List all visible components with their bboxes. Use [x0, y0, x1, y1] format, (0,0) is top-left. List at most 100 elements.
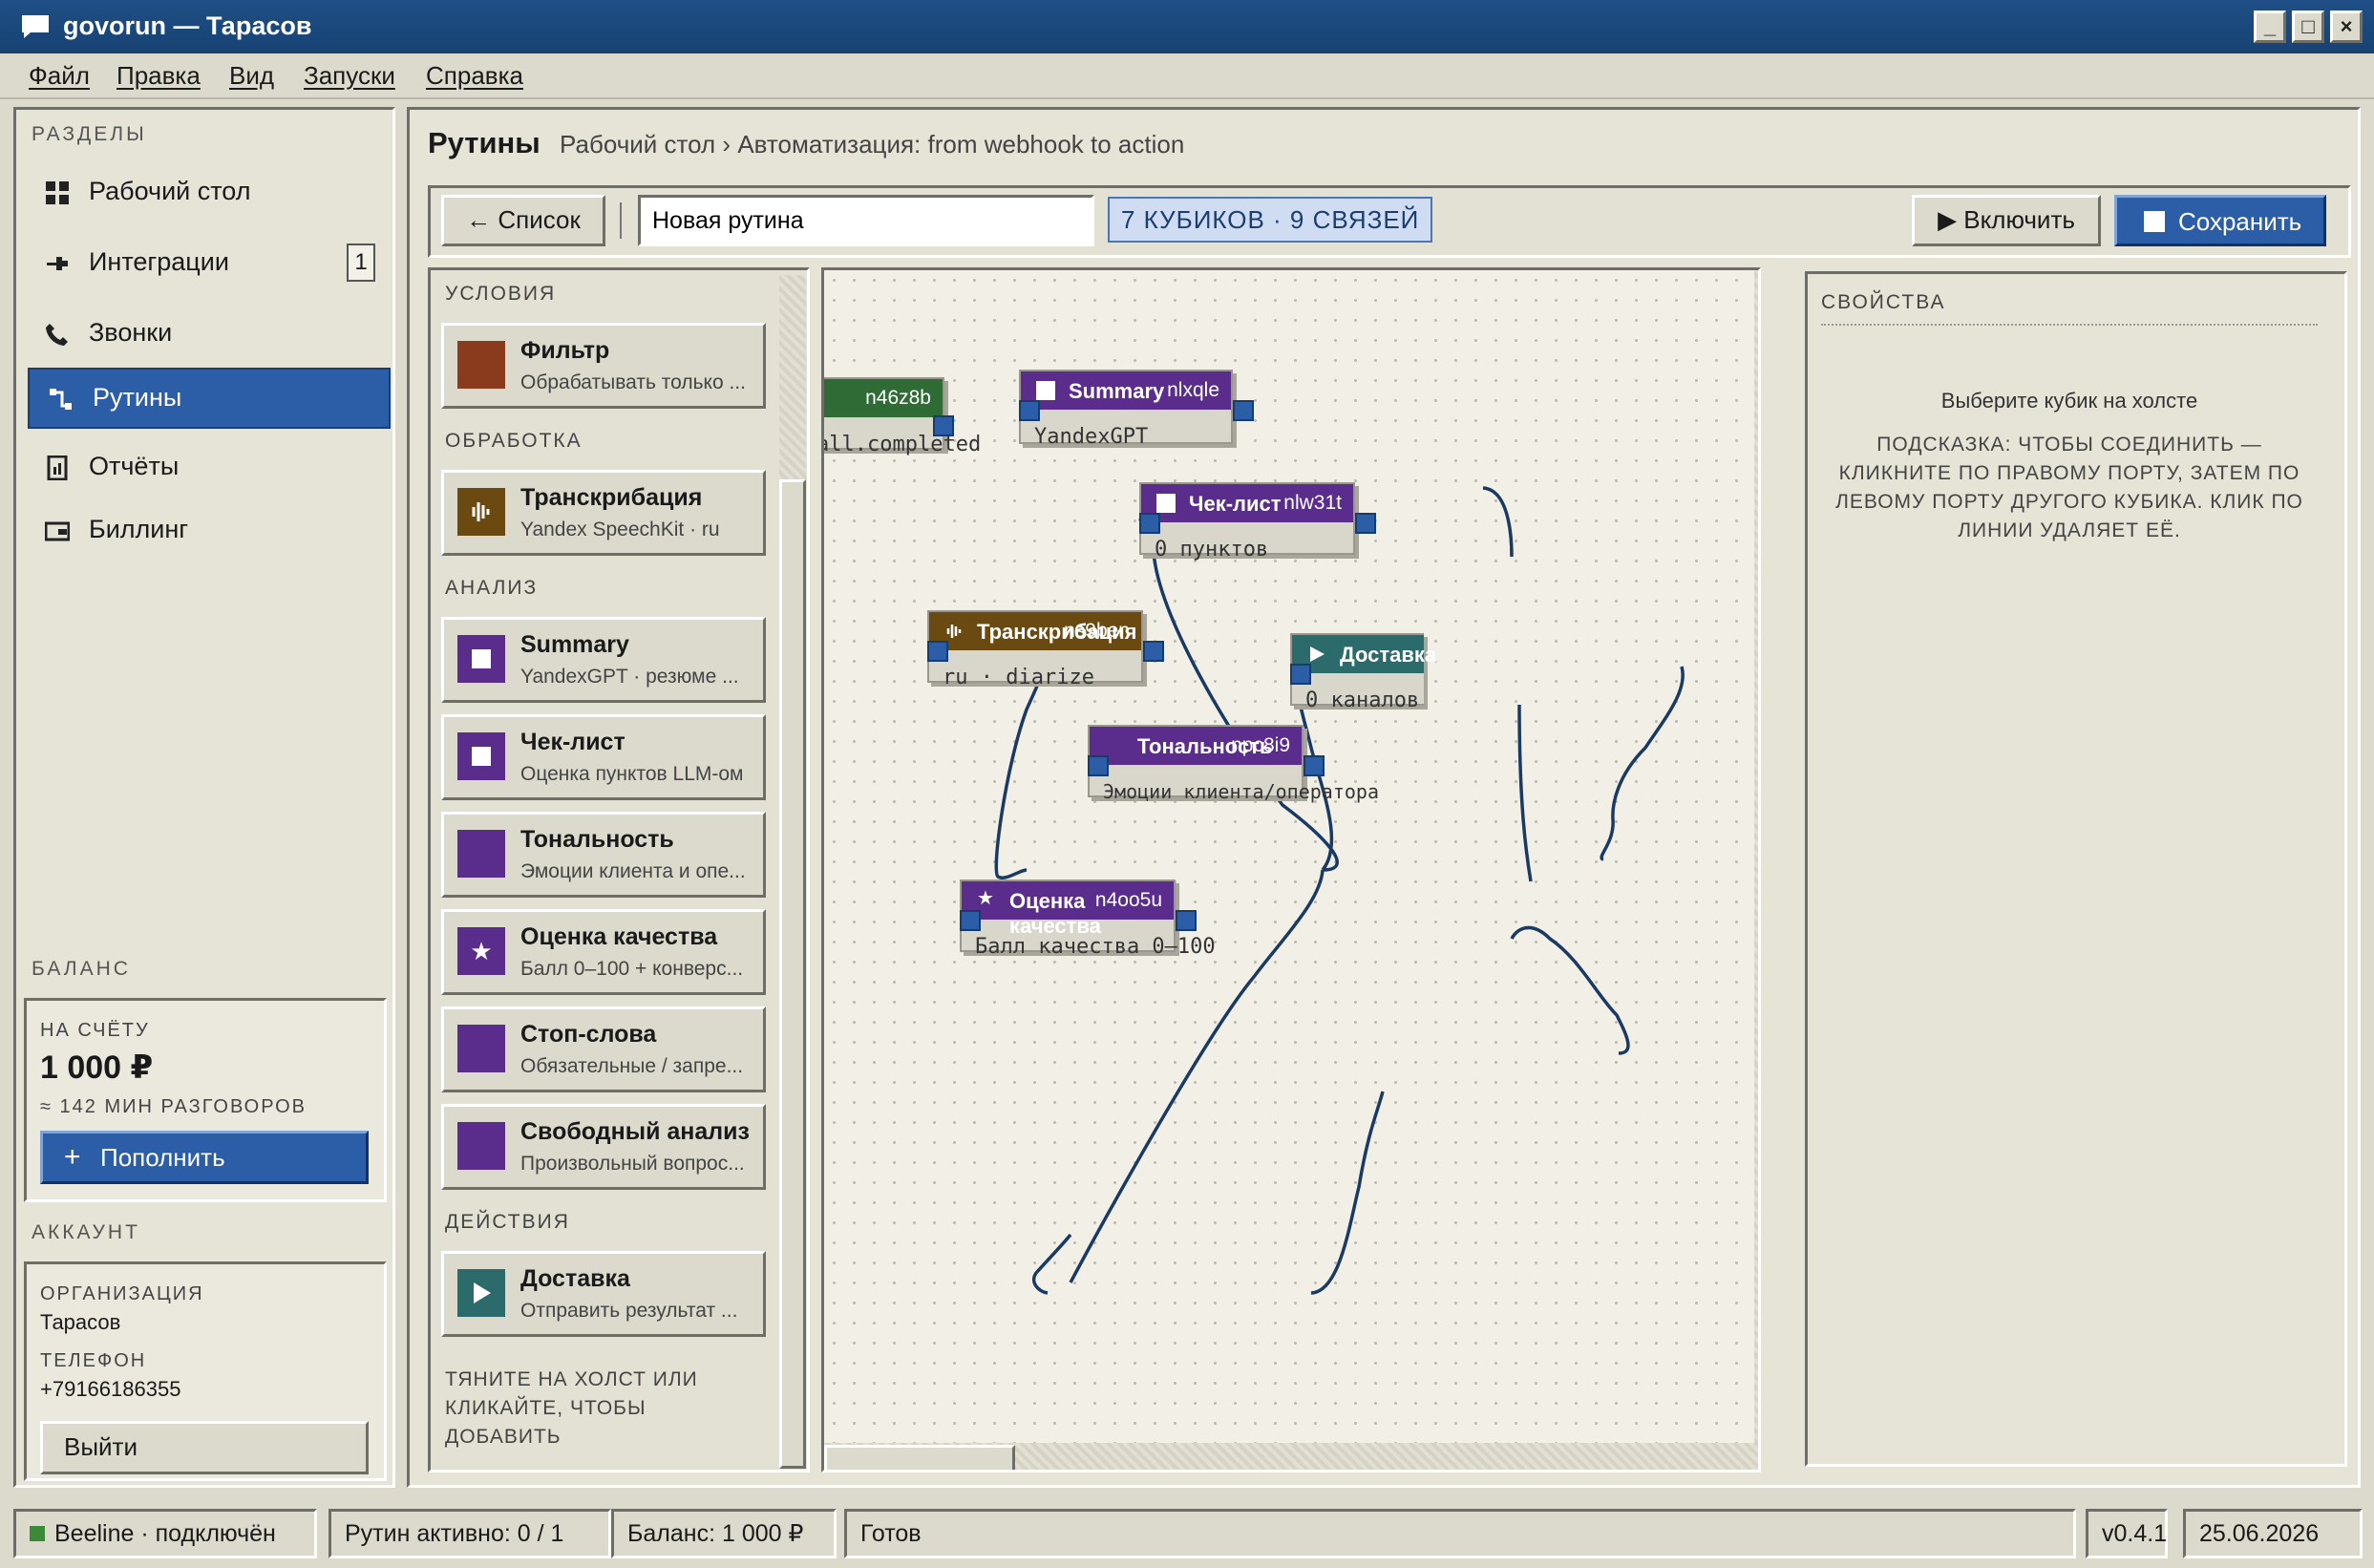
node-id: n4oo5u — [1094, 889, 1162, 911]
tone-swatch — [457, 830, 505, 878]
sidebar-item-label: Звонки — [89, 318, 173, 347]
save-button[interactable]: Сохранить — [2114, 195, 2326, 246]
menu-edit[interactable]: Правка — [117, 61, 201, 91]
canvas-vscroll-track[interactable] — [1754, 270, 1758, 1470]
sidebar-item-label: Биллинг — [89, 515, 189, 543]
node-body: 0 пунктов — [1155, 538, 1269, 562]
square-icon — [457, 635, 505, 683]
palette-item-quality[interactable]: ★ Оценка качества Балл 0–100 + конверс..… — [441, 909, 766, 995]
canvas-vscroll-thumb[interactable] — [1760, 270, 1761, 782]
menu-view[interactable]: Вид — [229, 61, 274, 91]
node-output-port[interactable] — [1355, 513, 1376, 534]
palette-scrollbar[interactable] — [779, 275, 806, 1469]
palette-item-free-analysis[interactable]: Свободный анализ Произвольный вопрос... — [441, 1104, 766, 1190]
palette-item-name: Транскрибация — [520, 484, 703, 511]
sidebar-item-desktop[interactable]: Рабочий стол — [26, 163, 389, 221]
sidebar-item-reports[interactable]: Отчёты — [26, 438, 389, 496]
node-webhook[interactable]: n46z8b all.completed — [824, 377, 981, 456]
properties-divider — [1821, 324, 2318, 326]
node-output-port[interactable] — [1176, 910, 1197, 931]
sidebar-item-integrations[interactable]: Интеграции 1 — [26, 234, 389, 291]
canvas-hscroll-thumb[interactable] — [824, 1445, 1015, 1470]
palette-section-title: ОБРАБОТКА — [445, 430, 583, 452]
play-icon — [457, 1269, 505, 1317]
enable-label: Включить — [1963, 205, 2075, 234]
node-summary[interactable]: Summary nlxqle YandexGPT — [1019, 370, 1254, 449]
palette-item-desc: Оценка пунктов LLM-ом — [520, 763, 744, 785]
minimize-button[interactable]: _ — [2254, 11, 2286, 43]
back-to-list-button[interactable]: ← Список — [441, 195, 605, 246]
palette-item-name: Свободный анализ — [520, 1118, 750, 1145]
node-output-port[interactable] — [1304, 755, 1325, 776]
topup-label: Пополнить — [100, 1143, 225, 1172]
node-id: nlw31t — [1283, 492, 1342, 514]
waveform-icon — [946, 625, 962, 638]
node-input-port[interactable] — [1019, 400, 1040, 421]
save-label: Сохранить — [2178, 207, 2302, 236]
connection-checklist-delivery — [1600, 666, 1685, 861]
node-output-port[interactable] — [933, 415, 954, 436]
sidebar: РАЗДЕЛЫ Рабочий стол Интеграции 1 Звонки… — [13, 107, 395, 1488]
close-button[interactable]: × — [2330, 11, 2363, 43]
palette-item-filter[interactable]: Фильтр Обрабатывать только ... — [441, 323, 766, 409]
node-output-port[interactable] — [1143, 641, 1164, 662]
topup-button[interactable]: + Пополнить — [40, 1131, 369, 1184]
chat-bubble-icon — [22, 15, 49, 38]
grid-icon — [46, 181, 69, 204]
status-connection: Beeline · подключён — [13, 1509, 317, 1558]
status-version: v0.4.1 — [2086, 1509, 2168, 1558]
properties-title: СВОЙСТВА — [1821, 291, 1946, 313]
palette-item-stopwords[interactable]: Стоп-слова Обязательные / запре... — [441, 1006, 766, 1092]
palette-item-tone[interactable]: Тональность Эмоции клиента и опе... — [441, 812, 766, 898]
node-delivery[interactable]: Доставка 0 каналов — [1290, 633, 1436, 712]
sidebar-item-routines[interactable]: Рутины — [28, 368, 391, 429]
node-input-port[interactable] — [1139, 513, 1160, 534]
menu-runs[interactable]: Запуски — [304, 61, 395, 91]
star-icon: ★ — [457, 927, 505, 975]
node-input-port[interactable] — [1088, 755, 1109, 776]
enable-button[interactable]: ▶ Включить — [1912, 195, 2101, 246]
palette-item-name: Оценка качества — [520, 923, 718, 950]
node-input-port[interactable] — [960, 910, 981, 931]
node-input-port[interactable] — [927, 641, 948, 662]
sidebar-item-billing[interactable]: Биллинг — [26, 501, 389, 559]
routine-canvas[interactable]: n46z8b all.completed Summary nlxqle Yand… — [821, 267, 1761, 1473]
node-body: 0 каналов — [1305, 689, 1420, 712]
menu-help[interactable]: Справка — [426, 61, 523, 91]
report-icon — [47, 456, 68, 480]
node-checklist[interactable]: Чек-лист nlw31t 0 пунктов — [1139, 482, 1376, 562]
canvas-hscroll-track[interactable] — [824, 1443, 1758, 1470]
palette-item-desc: Обрабатывать только ... — [520, 371, 746, 393]
node-transcribe[interactable]: Транскрибация ns9ben ru · diarize — [927, 610, 1164, 689]
palette-item-name: Summary — [520, 631, 629, 658]
phone-value: +79166186355 — [40, 1377, 181, 1401]
palette-scroll-thumb[interactable] — [779, 479, 806, 1469]
node-tone[interactable]: Тональность npc8i9 Эмоции клиента/операт… — [1088, 725, 1379, 803]
org-value: Тарасов — [40, 1310, 121, 1334]
play-icon: ▶ — [1938, 205, 1964, 234]
palette-item-summary[interactable]: Summary YandexGPT · резюме ... — [441, 617, 766, 703]
node-header: ★ Оценка качества n4oo5u — [962, 881, 1174, 938]
node-id: ns9ben — [1064, 620, 1130, 642]
node-output-port[interactable] — [1233, 400, 1254, 421]
maximize-button[interactable]: □ — [2292, 11, 2324, 43]
menu-file[interactable]: Файл — [29, 61, 90, 91]
palette-item-desc: Yandex SpeechKit · ru — [520, 519, 720, 540]
connection-checklist-tone — [1517, 704, 1533, 882]
properties-panel: СВОЙСТВА Выберите кубик на холсте ПОДСКА… — [1805, 271, 2347, 1467]
node-input-port[interactable] — [1290, 664, 1311, 685]
connection-quality-left — [1031, 1233, 1072, 1295]
connection-quality-tone — [1310, 1091, 1385, 1295]
sidebar-item-calls[interactable]: Звонки — [26, 305, 389, 362]
wallet-icon — [45, 521, 70, 541]
palette-item-transcribe[interactable]: Транскрибация Yandex SpeechKit · ru — [441, 470, 766, 556]
status-balance: Баланс: 1 000 ₽ — [611, 1509, 837, 1558]
phone-icon — [46, 324, 68, 346]
palette-hint: ТЯНИТЕ НА ХОЛСТ ИЛИ КЛИКАЙТЕ, ЧТОБЫ ДОБА… — [445, 1368, 698, 1448]
sidebar-item-label: Интеграции — [89, 247, 229, 276]
logout-button[interactable]: Выйти — [40, 1421, 369, 1474]
palette-item-checklist[interactable]: Чек-лист Оценка пунктов LLM-ом — [441, 714, 766, 800]
routine-name-input[interactable] — [638, 195, 1094, 246]
node-quality[interactable]: ★ Оценка качества n4oo5u Балл качества 0… — [960, 879, 1216, 959]
palette-item-delivery[interactable]: Доставка Отправить результат ... — [441, 1251, 766, 1337]
